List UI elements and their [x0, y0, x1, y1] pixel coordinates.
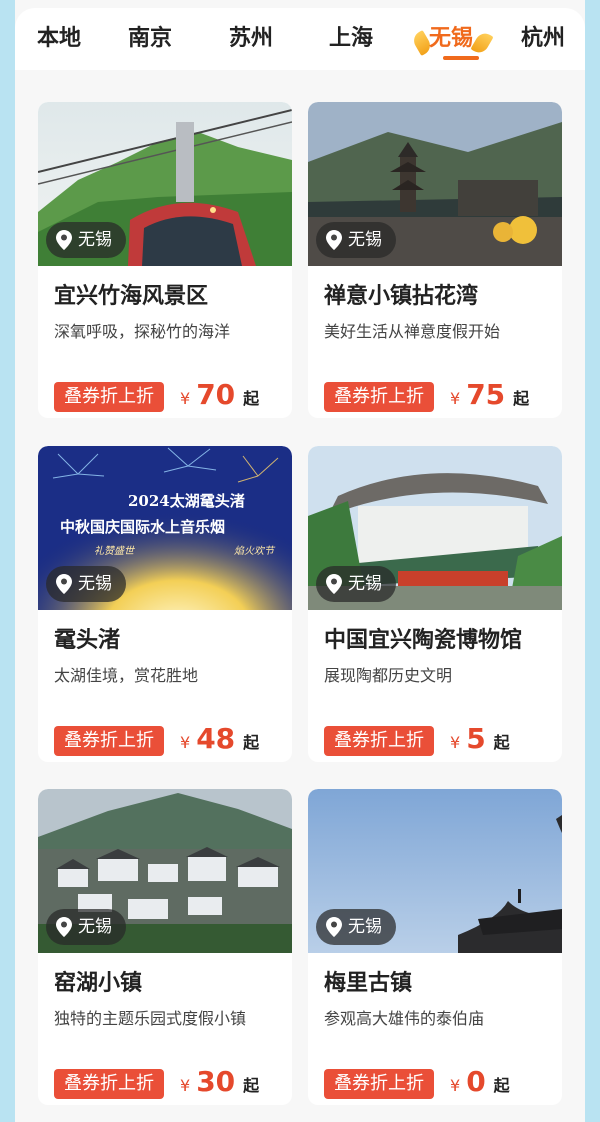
- location-text: 无锡: [78, 917, 112, 937]
- location-text: 无锡: [78, 574, 112, 594]
- location-tag: 无锡: [46, 909, 126, 945]
- location-text: 无锡: [78, 230, 112, 250]
- price-suffix: 起: [243, 733, 260, 752]
- attraction-card[interactable]: 无锡 宜兴竹海风景区 深氧呼吸，探秘竹的海洋 叠券折上折 ¥ 70 起: [38, 102, 292, 418]
- location-tag: 无锡: [316, 222, 396, 258]
- attraction-desc: 参观高大雄伟的泰伯庙: [324, 1009, 485, 1028]
- attraction-image: 无锡: [38, 789, 292, 953]
- attraction-desc: 深氧呼吸，探秘竹的海洋: [54, 322, 231, 341]
- attraction-title: 宜兴竹海风景区: [54, 284, 209, 309]
- location-text: 无锡: [348, 574, 382, 594]
- price: ¥ 0 起: [450, 1065, 510, 1098]
- coupon-badge: 叠券折上折: [54, 1069, 164, 1099]
- location-pin-icon: [56, 574, 72, 594]
- attraction-card[interactable]: 2024太湖鼋头渚 中秋国庆国际水上音乐烟 礼赞盛世 焰火欢节 无锡 鼋头渚 太…: [38, 446, 292, 762]
- location-text: 无锡: [348, 230, 382, 250]
- price-value: 48: [196, 722, 236, 755]
- location-tag: 无锡: [46, 566, 126, 602]
- location-pin-icon: [56, 917, 72, 937]
- attraction-image: 2024太湖鼋头渚 中秋国庆国际水上音乐烟 礼赞盛世 焰火欢节 无锡: [38, 446, 292, 610]
- currency-symbol: ¥: [180, 1076, 191, 1095]
- attraction-image: 无锡: [308, 789, 562, 953]
- price-suffix: 起: [513, 389, 530, 408]
- price-value: 0: [466, 1065, 486, 1098]
- location-pin-icon: [326, 574, 342, 594]
- tab-hangzhou[interactable]: 杭州: [521, 20, 565, 52]
- attraction-card[interactable]: 无锡 中国宜兴陶瓷博物馆 展现陶都历史文明 叠券折上折 ¥ 5 起: [308, 446, 562, 762]
- attraction-image: 无锡: [308, 446, 562, 610]
- price: ¥ 48 起: [180, 722, 259, 755]
- attraction-desc: 太湖佳境，赏花胜地: [54, 666, 199, 685]
- coupon-badge: 叠券折上折: [324, 382, 434, 412]
- location-tag: 无锡: [316, 909, 396, 945]
- attraction-desc: 展现陶都历史文明: [324, 666, 453, 685]
- banner-slogan-right: 焰火欢节: [234, 546, 274, 557]
- attraction-card[interactable]: 无锡 禅意小镇拈花湾 美好生活从禅意度假开始 叠券折上折 ¥ 75 起: [308, 102, 562, 418]
- tab-wuxi[interactable]: 无锡: [429, 20, 473, 52]
- attraction-card[interactable]: 无锡 窑湖小镇 独特的主题乐园式度假小镇 叠券折上折 ¥ 30 起: [38, 789, 292, 1105]
- price-value: 5: [466, 722, 486, 755]
- price-value: 70: [196, 378, 236, 411]
- attraction-title: 鼋头渚: [54, 628, 121, 653]
- banner-line-1: 2024太湖鼋头渚: [128, 492, 245, 510]
- coupon-badge: 叠券折上折: [324, 1069, 434, 1099]
- tab-suzhou[interactable]: 苏州: [229, 20, 273, 52]
- location-pin-icon: [326, 917, 342, 937]
- attraction-title: 中国宜兴陶瓷博物馆: [324, 628, 523, 653]
- price: ¥ 70 起: [180, 378, 259, 411]
- leaf-right-icon: [470, 29, 494, 57]
- location-tag: 无锡: [46, 222, 126, 258]
- active-tab-indicator: [443, 56, 479, 60]
- coupon-badge: 叠券折上折: [54, 382, 164, 412]
- price-value: 30: [196, 1065, 236, 1098]
- attraction-image: 无锡: [308, 102, 562, 266]
- tab-shanghai[interactable]: 上海: [329, 20, 373, 52]
- currency-symbol: ¥: [450, 389, 461, 408]
- attraction-card[interactable]: 无锡 梅里古镇 参观高大雄伟的泰伯庙 叠券折上折 ¥ 0 起: [308, 789, 562, 1105]
- attraction-title: 梅里古镇: [324, 971, 413, 996]
- tab-nanjing[interactable]: 南京: [128, 20, 172, 52]
- price-value: 75: [466, 378, 506, 411]
- attraction-desc: 美好生活从禅意度假开始: [324, 322, 501, 341]
- city-tab-bar: 本地 南京 苏州 上海 无锡 杭州: [15, 8, 585, 70]
- banner-line-2: 中秋国庆国际水上音乐烟: [60, 518, 226, 536]
- currency-symbol: ¥: [180, 733, 191, 752]
- price: ¥ 5 起: [450, 722, 510, 755]
- price: ¥ 30 起: [180, 1065, 259, 1098]
- price: ¥ 75 起: [450, 378, 529, 411]
- currency-symbol: ¥: [450, 1076, 461, 1095]
- tab-bendi[interactable]: 本地: [37, 20, 81, 52]
- price-suffix: 起: [243, 1076, 260, 1095]
- location-pin-icon: [326, 230, 342, 250]
- coupon-badge: 叠券折上折: [54, 726, 164, 756]
- banner-slogan-left: 礼赞盛世: [94, 546, 134, 557]
- attraction-title: 窑湖小镇: [54, 971, 143, 996]
- price-suffix: 起: [493, 733, 510, 752]
- coupon-badge: 叠券折上折: [324, 726, 434, 756]
- location-pin-icon: [56, 230, 72, 250]
- attraction-desc: 独特的主题乐园式度假小镇: [54, 1009, 247, 1028]
- price-suffix: 起: [493, 1076, 510, 1095]
- attraction-title: 禅意小镇拈花湾: [324, 284, 479, 309]
- price-suffix: 起: [243, 389, 260, 408]
- location-text: 无锡: [348, 917, 382, 937]
- currency-symbol: ¥: [180, 389, 191, 408]
- location-tag: 无锡: [316, 566, 396, 602]
- currency-symbol: ¥: [450, 733, 461, 752]
- attraction-image: 无锡: [38, 102, 292, 266]
